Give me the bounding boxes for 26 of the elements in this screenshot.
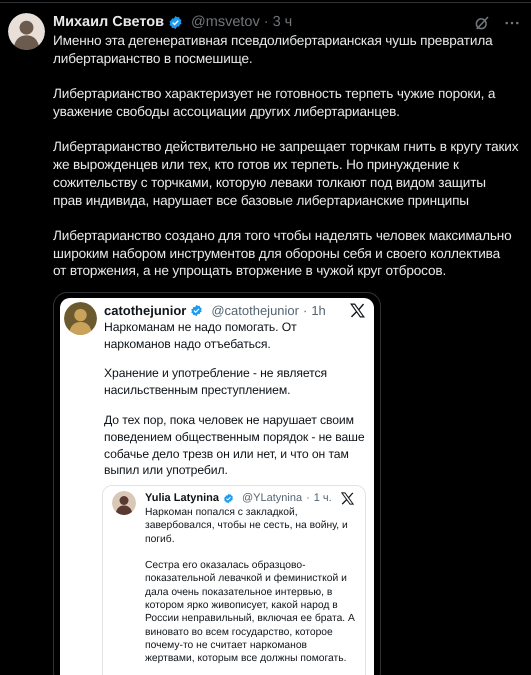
post-time: 1h	[311, 302, 326, 318]
avatar[interactable]	[8, 13, 45, 50]
quoted-text: Сестра его оказалась образцово- показательной левачкой и феминисткой и дала очень показательное интервью, в котором ярко живописует, какой народ в России неправильный, включая ее брата. А виновато во всем государство, которое почему-то не считает наркоманов жертвами, которым все должны помогать.	[145, 559, 355, 666]
separator-dot: ·	[264, 13, 269, 32]
x-logo-icon	[349, 302, 366, 319]
post-text: Либертарианство действительно не запрещает торчкам гнить в кругу таких же вырожденцев или тех, кто готов их терпеть. Но принуждение к сожительству с торчками, которую леваки толкают под видом защиты прав индивида, нарушает все базовые либертарианские принципы	[53, 138, 520, 210]
author-name: Yulia Latynina	[145, 492, 219, 506]
author-name: catothejunior	[104, 302, 186, 318]
separator-dot: ·	[302, 302, 308, 318]
separator-dot: ·	[306, 492, 310, 506]
quoted-text: Наркоманам не надо помогать. От наркоманов надо отъебаться.	[104, 318, 298, 352]
post-time: 3 ч	[272, 13, 292, 32]
author-name: Михаил Светов	[53, 13, 164, 32]
post-text: Именно эта дегенеративная псевдолибертарианская чушь превратила либертарианство в посмешище.	[53, 32, 494, 68]
author-handle: @catothejunior	[211, 302, 299, 318]
avatar[interactable]	[64, 302, 97, 335]
author-handle: @msvetov	[191, 13, 260, 32]
post-text: Либертарианство характеризует не готовность терпеть чужие пороки, а уважение свободы ассоциации других либертарианцев.	[53, 85, 496, 121]
x-logo-icon	[340, 491, 355, 506]
post-time: 1 ч.	[314, 492, 332, 506]
author-handle: @YLatynina	[242, 492, 302, 506]
post-text: Либертарианство создано для того чтобы наделять человек максимально широким набором инструментов для обороны себя и своего коллектива от вторжения, а не упрощать вторжение в чужой круг отбросов.	[53, 226, 513, 280]
quoted-text: До тех пор, пока человек не нарушает своим поведением общественным порядок - не ваше собачье дело трезв он или нет, и что он там выпил или употребил.	[104, 412, 366, 480]
quoted-text: Наркоман попался с закладкой, завербовался, чтобы не сесть, на войну, и погиб.	[145, 506, 349, 546]
quoted-text: Хранение и употребление - не является насильственным преступлением.	[104, 365, 328, 399]
avatar[interactable]	[112, 491, 136, 516]
